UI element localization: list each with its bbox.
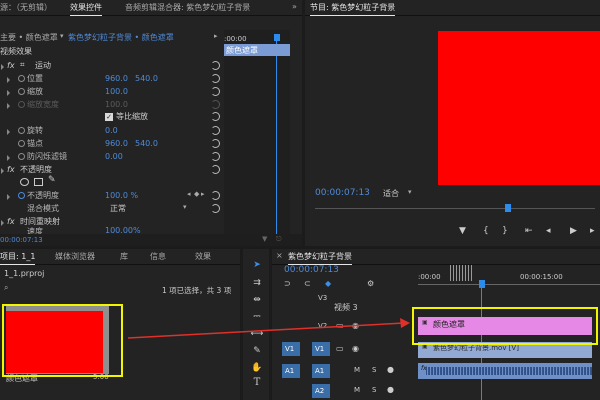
annotation-arrowhead: [400, 318, 410, 328]
annotation-arrow: [127, 318, 410, 339]
annotation-arrow-line: [127, 322, 405, 339]
